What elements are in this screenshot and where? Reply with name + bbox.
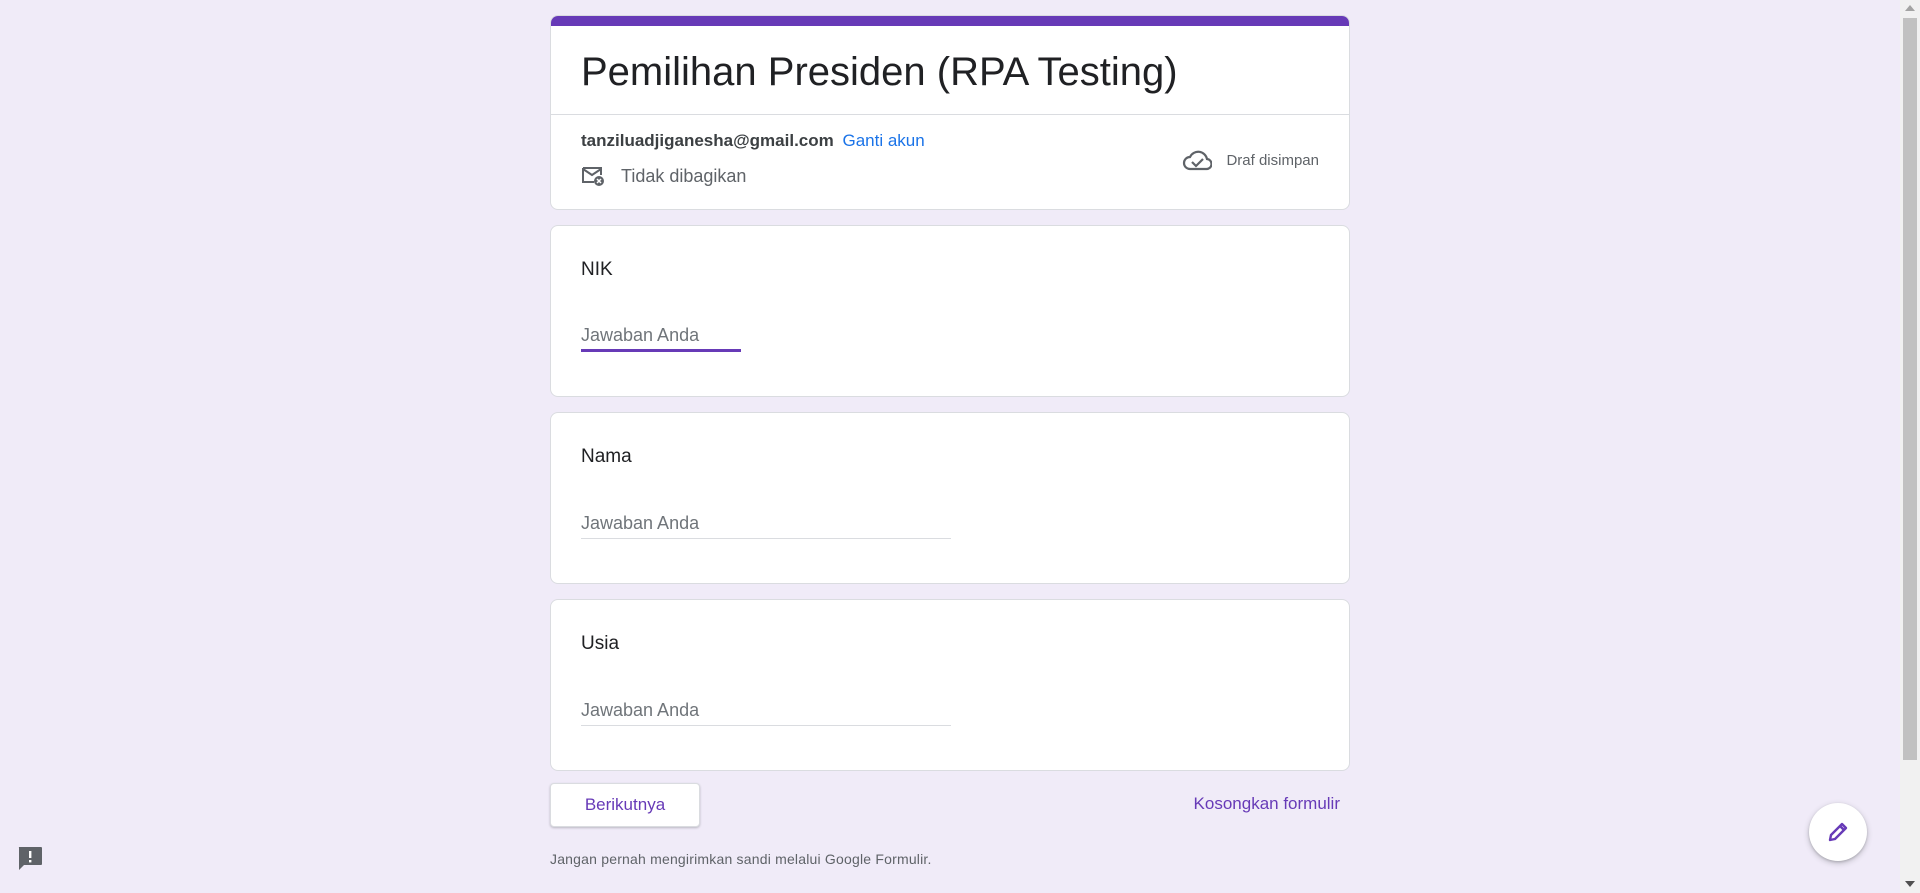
form-title: Pemilihan Presiden (RPA Testing) bbox=[581, 50, 1178, 94]
cloud-done-icon bbox=[1183, 150, 1213, 171]
usia-input[interactable] bbox=[581, 696, 951, 726]
edit-fab-button[interactable] bbox=[1809, 803, 1867, 861]
next-button[interactable]: Berikutnya bbox=[550, 783, 700, 827]
question-title: NIK bbox=[581, 259, 613, 280]
account-email: tanziluadjiganesha@gmail.com bbox=[581, 131, 834, 150]
mail-off-icon bbox=[582, 167, 604, 186]
scroll-thumb[interactable] bbox=[1903, 18, 1917, 760]
account-line: tanziluadjiganesha@gmail.com Ganti akun bbox=[581, 131, 925, 151]
question-card-usia: Usia bbox=[550, 599, 1350, 771]
form-header-card: Pemilihan Presiden (RPA Testing) tanzilu… bbox=[550, 15, 1350, 210]
scroll-up-arrow[interactable] bbox=[1905, 5, 1915, 11]
share-status-label: Tidak dibagikan bbox=[621, 165, 747, 186]
nik-input[interactable] bbox=[581, 322, 741, 352]
nama-input[interactable] bbox=[581, 509, 951, 539]
draft-status-label: Draf disimpan bbox=[1226, 151, 1319, 169]
question-card-nama: Nama bbox=[550, 412, 1350, 584]
scroll-down-arrow[interactable] bbox=[1905, 881, 1915, 887]
form-container: Pemilihan Presiden (RPA Testing) tanzilu… bbox=[550, 15, 1350, 867]
question-title: Usia bbox=[581, 633, 620, 654]
account-row: tanziluadjiganesha@gmail.com Ganti akun … bbox=[551, 115, 1349, 209]
feedback-icon[interactable] bbox=[16, 845, 44, 871]
form-accent-bar bbox=[551, 16, 1349, 26]
clear-form-button[interactable]: Kosongkan formulir bbox=[1194, 794, 1340, 814]
draft-status: Draf disimpan bbox=[1182, 149, 1319, 171]
share-status: Tidak dibagikan bbox=[581, 165, 746, 187]
question-card-nik: NIK bbox=[550, 225, 1350, 397]
pencil-icon bbox=[1828, 822, 1848, 842]
password-warning: Jangan pernah mengirimkan sandi melalui … bbox=[550, 851, 932, 867]
question-title: Nama bbox=[581, 446, 632, 467]
switch-account-link[interactable]: Ganti akun bbox=[842, 131, 924, 150]
scrollbar[interactable] bbox=[1900, 0, 1920, 893]
form-footer: Berikutnya Kosongkan formulir bbox=[550, 783, 1350, 833]
